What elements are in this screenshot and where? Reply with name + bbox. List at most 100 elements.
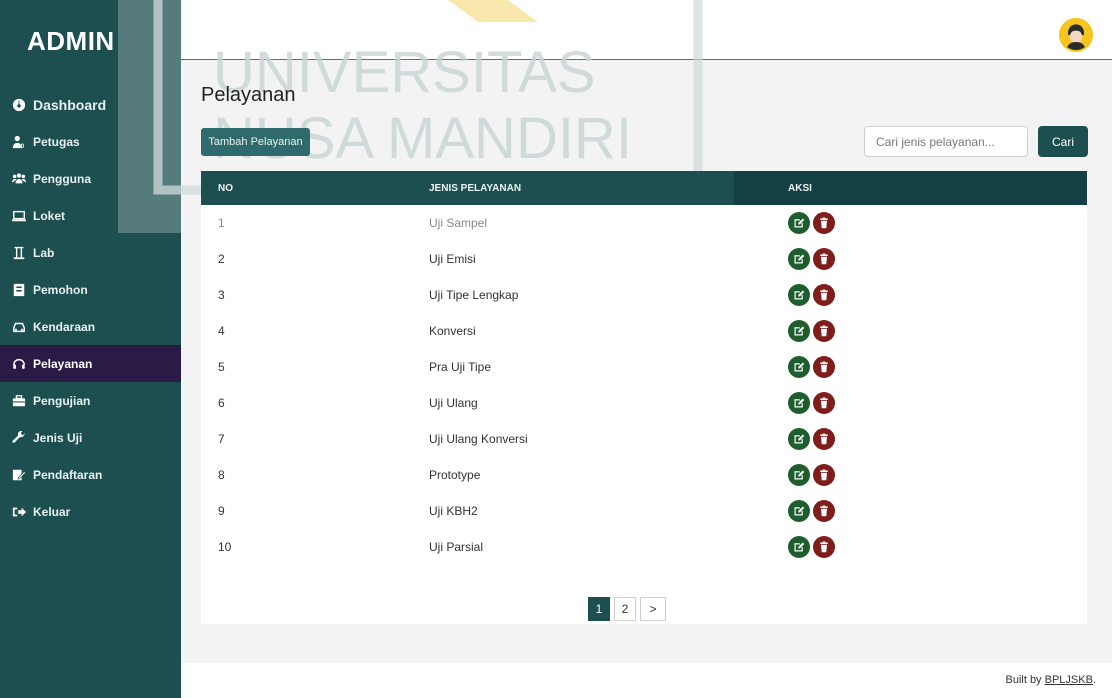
sidebar-item-petugas[interactable]: 0 Petugas — [0, 123, 181, 160]
edit-icon — [794, 326, 805, 336]
edit-icon — [794, 254, 805, 264]
actions-header-bg — [734, 171, 1087, 205]
sidebar-item-keluar[interactable]: Keluar — [0, 493, 181, 530]
trash-icon — [820, 217, 828, 229]
cell-service-name: Uji Parsial — [429, 540, 484, 554]
table-row: 3 Uji Tipe Lengkap — [201, 277, 1087, 313]
footer-prefix: Built by — [1005, 674, 1045, 686]
trash-icon — [820, 433, 828, 445]
dashboard-icon — [12, 98, 26, 112]
cell-service-name: Prototype — [429, 468, 481, 482]
next-page-button[interactable]: > — [640, 597, 666, 621]
avatar[interactable] — [1059, 18, 1093, 52]
footer: Built by BPLJSKB. — [181, 663, 1112, 698]
pagination: 1 2 > — [588, 597, 670, 621]
edit-button[interactable] — [788, 356, 810, 378]
sidebar-item-lab[interactable]: Lab — [0, 234, 181, 271]
table-row: 9 Uji KBH2 — [201, 493, 1087, 529]
users-icon — [12, 172, 26, 186]
edit-icon — [794, 218, 805, 228]
delete-button[interactable] — [813, 356, 835, 378]
trash-icon — [820, 289, 828, 301]
delete-button[interactable] — [813, 320, 835, 342]
sidebar-item-label: Pengguna — [33, 171, 92, 186]
table-row: 2 Uji Emisi — [201, 241, 1087, 277]
sidebar-item-pelayanan[interactable]: Pelayanan — [0, 345, 181, 382]
cell-no: 10 — [218, 540, 232, 554]
sidebar-item-label: Pemohon — [33, 282, 88, 297]
delete-button[interactable] — [813, 464, 835, 486]
page-button-1[interactable]: 1 — [588, 597, 610, 621]
flask-icon — [12, 246, 26, 260]
edit-button[interactable] — [788, 500, 810, 522]
table-header: NO JENIS PELAYANAN AKSI — [201, 171, 1087, 205]
page-title: Pelayanan — [201, 84, 296, 106]
sidebar-item-label: Loket — [33, 208, 66, 223]
trash-icon — [820, 505, 828, 517]
edit-button[interactable] — [788, 536, 810, 558]
sidebar-item-pengujian[interactable]: Pengujian — [0, 382, 181, 419]
page-button-2[interactable]: 2 — [614, 597, 636, 621]
trash-icon — [820, 361, 828, 373]
delete-button[interactable] — [813, 212, 835, 234]
add-service-button[interactable]: Tambah Pelayanan — [201, 128, 310, 156]
car-icon — [12, 320, 26, 334]
svg-text:0: 0 — [21, 143, 25, 149]
sidebar-item-label: Keluar — [33, 504, 71, 519]
headset-icon — [12, 357, 26, 371]
sidebar-item-pendaftaran[interactable]: Pendaftaran — [0, 456, 181, 493]
edit-button[interactable] — [788, 320, 810, 342]
cell-no: 6 — [218, 396, 225, 410]
delete-button[interactable] — [813, 248, 835, 270]
user-tie-icon: 0 — [12, 135, 26, 149]
edit-button[interactable] — [788, 248, 810, 270]
sidebar-nav: Dashboard 0 Petugas Pengguna Loket Lab P… — [0, 86, 181, 530]
edit-button[interactable] — [788, 464, 810, 486]
table-row: 5 Pra Uji Tipe — [201, 349, 1087, 385]
sidebar-item-pengguna[interactable]: Pengguna — [0, 160, 181, 197]
delete-button[interactable] — [813, 500, 835, 522]
delete-button[interactable] — [813, 392, 835, 414]
search-input[interactable] — [864, 126, 1028, 157]
sidebar-item-label: Pendaftaran — [33, 467, 103, 482]
cell-no: 5 — [218, 360, 225, 374]
sidebar-item-label: Pengujian — [33, 393, 91, 408]
sidebar-item-loket[interactable]: Loket — [0, 197, 181, 234]
cell-no: 2 — [218, 252, 225, 266]
delete-button[interactable] — [813, 536, 835, 558]
delete-button[interactable] — [813, 428, 835, 450]
edit-button[interactable] — [788, 284, 810, 306]
edit-button[interactable] — [788, 212, 810, 234]
brand-title: ADMIN — [27, 26, 115, 56]
search-button[interactable]: Cari — [1038, 126, 1088, 157]
cell-no: 7 — [218, 432, 225, 446]
sidebar-item-label: Lab — [33, 245, 55, 260]
column-header-actions: AKSI — [788, 182, 812, 194]
table-row: 6 Uji Ulang — [201, 385, 1087, 421]
sidebar-item-jenis-uji[interactable]: Jenis Uji — [0, 419, 181, 456]
footer-suffix: . — [1092, 674, 1096, 686]
edit-button[interactable] — [788, 428, 810, 450]
table-row: 4 Konversi — [201, 313, 1087, 349]
trash-icon — [820, 541, 828, 553]
sidebar-item-label: Dashboard — [33, 96, 107, 113]
edit-button[interactable] — [788, 392, 810, 414]
sidebar-item-dashboard[interactable]: Dashboard — [0, 86, 181, 123]
sidebar-item-label: Kendaraan — [33, 319, 96, 334]
services-table: NO JENIS PELAYANAN AKSI 1 Uji Sampel 2 U… — [201, 171, 1087, 624]
table-row: 7 Uji Ulang Konversi — [201, 421, 1087, 457]
cell-service-name: Konversi — [429, 324, 476, 338]
id-card-icon — [12, 283, 26, 297]
cell-service-name: Uji KBH2 — [429, 504, 478, 518]
edit-icon — [794, 362, 805, 372]
edit-icon — [794, 542, 805, 552]
sidebar-item-label: Pelayanan — [33, 356, 93, 371]
sidebar-item-kendaraan[interactable]: Kendaraan — [0, 308, 181, 345]
cell-no: 3 — [218, 288, 225, 302]
delete-button[interactable] — [813, 284, 835, 306]
footer-link[interactable]: BPLJSKB — [1045, 674, 1093, 686]
cell-service-name: Uji Tipe Lengkap — [429, 288, 519, 302]
sidebar-item-pemohon[interactable]: Pemohon — [0, 271, 181, 308]
signature-icon — [12, 468, 26, 482]
trash-icon — [820, 253, 828, 265]
